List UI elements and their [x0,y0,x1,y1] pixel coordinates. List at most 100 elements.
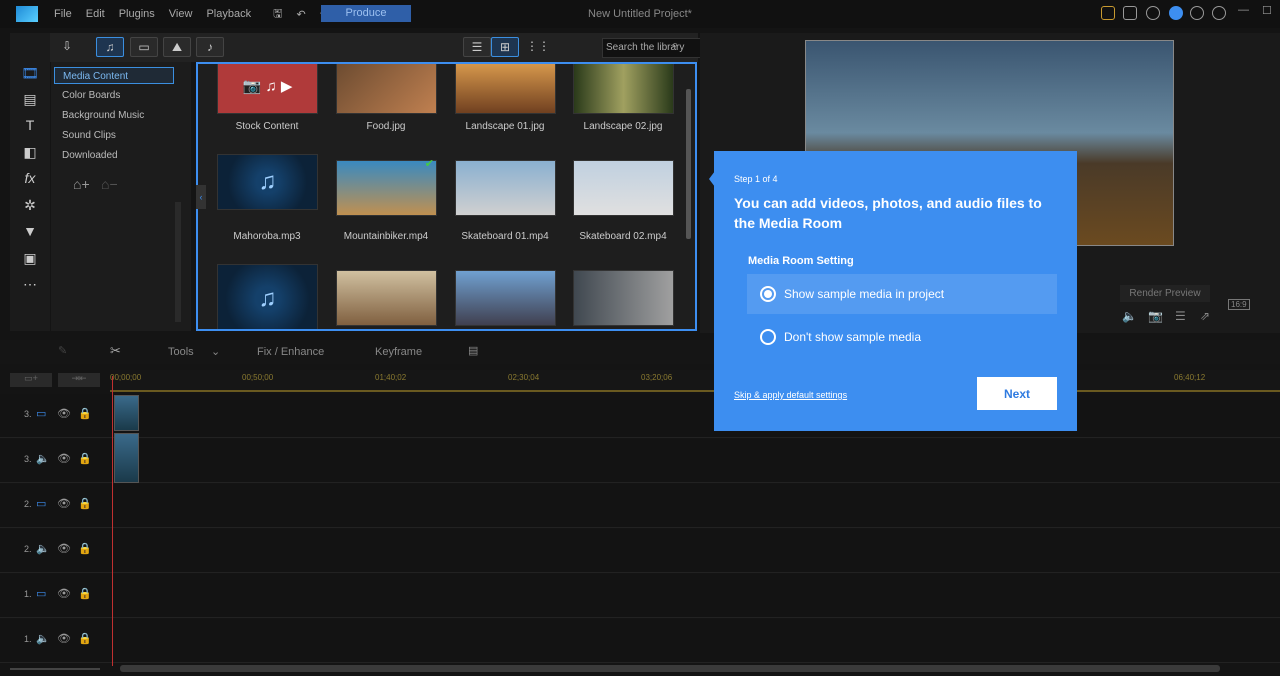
maximize-button[interactable]: ☐ [1262,4,1272,17]
lock-icon[interactable]: 🔒 [78,497,92,510]
skateboard-01-thumbnail[interactable] [455,160,556,216]
subtitle-icon[interactable]: ☰ [1175,309,1186,323]
minimize-button[interactable]: — [1238,4,1249,16]
image-filter-icon[interactable]: ⛰ [163,37,191,57]
timeline-scrollbar[interactable] [120,665,1220,672]
radio-icon[interactable] [760,329,776,345]
menu-playback[interactable]: Playback [206,8,251,20]
music-thumbnail[interactable]: ♫ [217,264,318,329]
list-view-icon[interactable]: ☰ [463,37,491,57]
video-clip[interactable] [114,395,139,431]
radio-selected-icon[interactable] [760,286,776,302]
transition-icon[interactable]: ◧ [20,144,40,160]
help-icon[interactable] [1212,6,1226,20]
track-number: 1. [24,589,32,599]
media-caption: Landscape 01.jpg [465,121,545,132]
category-background-music[interactable]: Background Music [54,107,174,124]
render-preview-button[interactable]: Render Preview [1120,285,1210,302]
pen-icon[interactable]: ✎ [58,344,67,357]
settings-icon[interactable] [1190,6,1204,20]
lock-icon[interactable]: 🔒 [78,407,92,420]
pip-icon[interactable]: ▼ [20,223,40,239]
mask-icon[interactable]: ▣ [20,250,40,266]
track-manager-icon[interactable]: ▭+ [10,373,52,387]
media-thumbnail[interactable] [336,270,437,326]
sort-icon[interactable]: ⋮⋮ [524,37,552,57]
eye-icon[interactable]: 👁 [57,407,71,420]
tools-menu[interactable]: Tools [168,346,194,358]
lock-icon[interactable]: 🔒 [78,632,92,645]
notification-icon[interactable] [1169,6,1183,20]
audio-filter-icon[interactable]: ♪ [196,37,224,57]
import-icon[interactable]: ⇩ [53,37,81,57]
room-sidebar: 🎞 ▤ T ◧ fx ✲ ▼ ▣ ⋯ [10,33,50,331]
gift-icon[interactable] [1101,6,1115,20]
undock-icon[interactable]: ⇗ [1200,309,1210,323]
collapse-panel-icon[interactable]: ‹ [196,185,206,209]
fix-enhance-button[interactable]: Fix / Enhance [257,346,324,358]
eye-icon[interactable]: 👁 [57,632,71,645]
media-library-grid: 📷 ♫ ▶ Stock Content Food.jpg Landscape 0… [196,62,697,331]
option-show-sample[interactable]: Show sample media in project [747,274,1057,314]
category-media-content[interactable]: Media Content [54,67,174,84]
skateboard-02-thumbnail[interactable] [573,160,674,216]
undo-icon[interactable]: ↶ [296,8,305,21]
cart-icon[interactable] [1123,6,1137,20]
landscape-01-thumbnail[interactable] [455,64,556,114]
media-filter-all-icon[interactable]: ♫ [96,37,124,57]
media-room-icon[interactable]: 🎞 [20,65,40,81]
eye-icon[interactable]: 👁 [57,497,71,510]
search-icon[interactable]: ⌕ [672,39,678,52]
playhead[interactable] [112,376,113,666]
audio-clip[interactable] [114,433,139,483]
fit-timeline-icon[interactable]: ⇥⇤ [58,373,100,387]
eye-icon[interactable]: 👁 [57,587,71,600]
title-room-icon[interactable]: ▤ [20,91,40,107]
food-thumbnail[interactable] [336,64,437,114]
keyframe-button[interactable]: Keyframe [375,346,422,358]
skip-link[interactable]: Skip & apply default settings [734,390,847,400]
chevron-down-icon[interactable]: ⌄ [211,345,220,358]
menu-view[interactable]: View [169,8,193,20]
option-hide-sample[interactable]: Don't show sample media [747,317,1057,357]
media-thumbnail[interactable] [455,270,556,326]
media-caption: Food.jpg [366,121,406,132]
menu-file[interactable]: File [54,8,72,20]
stock-content-tile[interactable]: 📷 ♫ ▶ [217,64,318,114]
save-icon[interactable]: 🖫 [273,5,282,24]
menu-plugins[interactable]: Plugins [119,8,155,20]
fx-icon[interactable]: fx [20,170,40,186]
category-sound-clips[interactable]: Sound Clips [54,127,174,144]
lock-icon[interactable]: 🔒 [78,452,92,465]
lock-icon[interactable]: 🔒 [78,587,92,600]
text-icon[interactable]: T [20,117,40,133]
lock-icon[interactable]: 🔒 [78,542,92,555]
video-filter-icon[interactable]: ▭ [130,37,158,57]
category-scrollbar[interactable] [175,202,181,322]
add-tag-icon[interactable]: ⌂+ [73,176,90,192]
subtitle-edit-icon[interactable]: ▤ [468,344,478,357]
menu-edit[interactable]: Edit [86,8,105,20]
produce-button[interactable]: Produce [321,5,411,22]
landscape-02-thumbnail[interactable] [573,64,674,114]
eye-icon[interactable]: 👁 [57,452,71,465]
mountainbiker-thumbnail[interactable]: ✔ [336,158,437,216]
scissors-icon[interactable]: ✂ [110,343,121,359]
more-icon[interactable]: ⋯ [20,276,40,292]
snapshot-icon[interactable]: 📷 [1148,309,1163,323]
media-thumbnail[interactable] [573,270,674,326]
next-button[interactable]: Next [977,377,1057,410]
particle-icon[interactable]: ✲ [20,197,40,213]
category-color-boards[interactable]: Color Boards [54,87,174,104]
aspect-ratio-select[interactable]: 16:9 [1228,299,1250,310]
account-icon[interactable] [1146,6,1160,20]
timeline-ruler[interactable]: 00;00;00 00;50;00 01;40;02 02;30;04 03;2… [110,370,1280,392]
category-downloaded[interactable]: Downloaded [54,147,174,164]
zoom-slider[interactable] [10,668,100,670]
library-scrollbar[interactable] [686,89,691,239]
eye-icon[interactable]: 👁 [57,542,71,555]
mahoroba-thumbnail[interactable]: ♫ [217,154,318,210]
volume-icon[interactable]: 🔈 [1122,309,1137,323]
remove-tag-icon[interactable]: ⌂− [101,176,118,192]
grid-view-icon[interactable]: ⊞ [491,37,519,57]
